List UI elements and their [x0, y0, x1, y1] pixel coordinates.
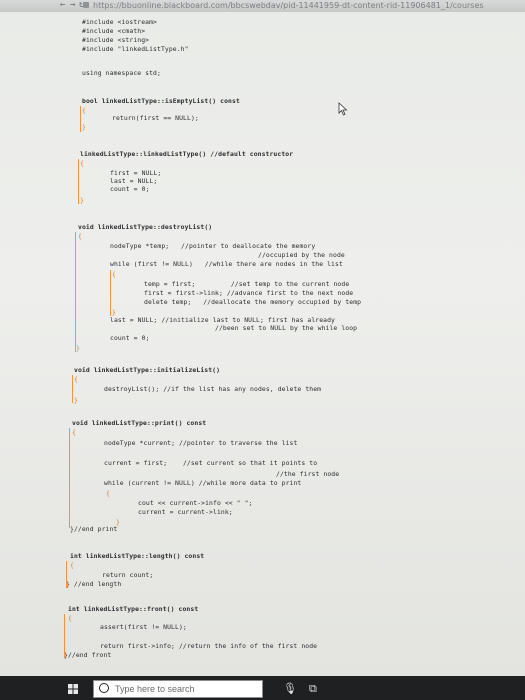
brace-guide — [78, 159, 79, 204]
microphone-icon[interactable]: 🎙 — [283, 682, 297, 696]
code-line: using namespace std; — [82, 69, 161, 77]
code-line: { — [72, 428, 76, 436]
code-line: #include <iostream> — [82, 18, 158, 26]
code-line: assert(first != NULL); — [100, 623, 187, 631]
code-line: linkedListType::linkedListType() //defau… — [80, 150, 294, 158]
brace-guide — [75, 232, 76, 352]
code-line: destroyList(); //if the list has any nod… — [104, 385, 322, 393]
code-line: { — [68, 614, 72, 622]
code-line: while (current != NULL) //while more dat… — [104, 479, 302, 487]
brace-guide — [110, 270, 111, 316]
code-line: delete temp; //deallocate the memory occ… — [144, 298, 362, 306]
task-view-icon[interactable]: ⧉ — [309, 682, 317, 696]
code-line: } — [112, 308, 116, 316]
code-line: #include <cmath> — [82, 27, 146, 35]
lock-icon — [83, 2, 89, 8]
code-line: #include <string> — [82, 36, 150, 44]
code-line: { — [70, 561, 74, 569]
url-field[interactable]: https://bbuonline.blackboard.com/bbcsweb… — [93, 1, 484, 11]
brace-guide — [66, 561, 67, 588]
code-line: current = current->link; — [138, 508, 233, 516]
code-line: { — [78, 232, 82, 240]
code-line: } — [82, 123, 86, 131]
code-line: { — [106, 489, 110, 497]
code-line: //occupied by the node — [258, 251, 345, 259]
code-line: int linkedListType::length() const — [70, 552, 205, 560]
cortana-circle-icon — [99, 683, 109, 693]
code-line: last = NULL; //initialize last to NULL; … — [110, 316, 336, 324]
code-line: } — [74, 396, 78, 404]
back-arrow-icon[interactable]: ← — [60, 0, 65, 11]
code-line: cout << current->info << " "; — [138, 499, 253, 507]
document-page: #include <iostream> #include <cmath> #in… — [0, 12, 525, 676]
code-line: return first->info; //return the info of… — [100, 642, 318, 650]
code-line: nodeType *current; //pointer to traverse… — [104, 439, 298, 447]
code-line: } //end length — [66, 580, 122, 588]
code-line: #include "linkedListType.h" — [82, 45, 189, 53]
code-line: void linkedListType::print() const — [72, 419, 207, 427]
code-line: while (first != NULL) //while there are … — [110, 260, 343, 268]
code-line: void linkedListType::destroyList() — [78, 223, 213, 231]
code-line: //been set to NULL by the while loop — [215, 324, 358, 332]
code-line: last = NULL; — [110, 177, 158, 185]
code-line: count = 0; — [110, 185, 150, 193]
brace-guide — [72, 375, 73, 403]
code-line: temp = first; //set temp to the current … — [144, 280, 350, 288]
windows-start-icon[interactable] — [68, 684, 78, 694]
code-line: }//end print — [70, 525, 118, 533]
forward-arrow-icon[interactable]: → — [70, 0, 75, 11]
code-line: } — [80, 196, 84, 204]
code-line: int linkedListType::front() const — [68, 605, 199, 613]
code-line: count = 0; — [110, 334, 150, 342]
code-line: { — [112, 270, 116, 278]
code-line: first = NULL; — [110, 169, 162, 177]
code-line: { — [82, 106, 86, 114]
brace-guide — [69, 428, 70, 528]
code-line: bool linkedListType::isEmptyList() const — [82, 97, 240, 105]
mouse-cursor-icon — [338, 102, 348, 116]
code-line: { — [74, 375, 78, 383]
code-line: return count; — [102, 571, 154, 579]
code-line: { — [80, 159, 84, 167]
code-line: } — [76, 344, 80, 352]
code-line: }//end front — [64, 651, 112, 659]
brace-guide — [64, 614, 65, 658]
search-placeholder: Type here to search — [115, 684, 195, 694]
brace-guide — [80, 106, 81, 132]
code-line: nodeType *temp; //pointer to deallocate … — [110, 242, 316, 250]
code-line: current = first; //set current so that i… — [104, 459, 318, 467]
code-line: first = first->link; //advance first to … — [144, 289, 354, 297]
code-line: //the first node — [276, 470, 340, 478]
code-line: void linkedListType::initializeList() — [74, 366, 221, 374]
code-line: return(first == NULL); — [112, 114, 199, 122]
